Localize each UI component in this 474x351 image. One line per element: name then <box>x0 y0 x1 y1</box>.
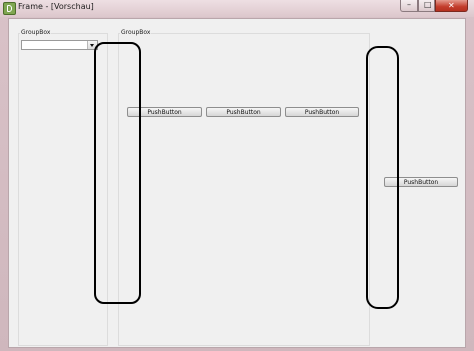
push-button-2[interactable]: PushButton <box>206 107 281 117</box>
close-button[interactable]: ✕ <box>435 0 468 12</box>
push-button-4[interactable]: PushButton <box>384 177 458 187</box>
minimize-button[interactable]: – <box>400 0 418 12</box>
groupbox-right-title: GroupBox <box>120 29 152 36</box>
preview-window: Frame - [Vorschau] – □ ✕ GroupBox GroupB… <box>0 0 474 351</box>
chevron-down-icon[interactable] <box>87 41 97 49</box>
close-icon: ✕ <box>448 1 455 10</box>
maximize-button[interactable]: □ <box>418 0 435 12</box>
combobox[interactable] <box>21 40 98 50</box>
minimize-icon: – <box>407 0 411 9</box>
frame-client-area: GroupBox GroupBox PushButton PushButton … <box>8 18 466 348</box>
push-button-3[interactable]: PushButton <box>285 107 359 117</box>
groupbox-left: GroupBox <box>18 29 108 346</box>
maximize-icon: □ <box>424 0 432 9</box>
groupbox-right: GroupBox <box>118 29 370 346</box>
qt-designer-icon <box>3 2 16 15</box>
window-title: Frame - [Vorschau] <box>18 2 94 11</box>
groupbox-left-title: GroupBox <box>20 29 52 36</box>
title-bar[interactable]: Frame - [Vorschau] – □ ✕ <box>0 0 474 17</box>
push-button-1[interactable]: PushButton <box>127 107 202 117</box>
